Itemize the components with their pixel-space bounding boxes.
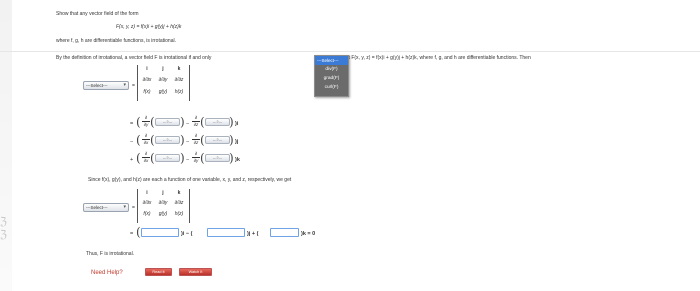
watch-it-button[interactable]: Watch It xyxy=(179,268,212,276)
open-paren: ( xyxy=(200,133,205,147)
menu-option-div[interactable]: div(F) xyxy=(315,67,348,72)
answer-select[interactable]: ---?--- xyxy=(155,118,180,126)
cell-dz: ∂/∂z xyxy=(174,200,184,206)
open-paren: ( xyxy=(150,151,155,165)
cell-hz: h(z) xyxy=(174,89,184,95)
select-value: ---Select--- xyxy=(86,83,108,88)
cell-k: k xyxy=(177,190,181,196)
close-paren: ) xyxy=(180,115,185,129)
row3-lead: + xyxy=(130,157,134,163)
equals-sign: = xyxy=(132,83,135,89)
open-paren: ( xyxy=(136,133,141,147)
equals-sign: = xyxy=(132,205,135,211)
minus-sign: − xyxy=(186,139,190,145)
cell-j: j xyxy=(162,66,164,72)
since-text: Since f(x), g(y), and h(z) are each a fu… xyxy=(88,177,292,183)
chevron-down-icon: ▾ xyxy=(123,82,126,88)
close-paren: ) xyxy=(180,151,185,165)
cell-j: j xyxy=(162,190,164,196)
row3-tail: )k xyxy=(235,157,240,163)
row2-lead: − xyxy=(130,139,134,145)
close-paren: ) xyxy=(229,151,234,165)
cell-dy: ∂/∂y xyxy=(158,77,168,83)
answer-box-k[interactable] xyxy=(270,228,299,237)
cell-gy: g(y) xyxy=(158,211,168,217)
dropdown-menu-open[interactable]: ---Select--- div(F) grad(F) curl(F) xyxy=(314,55,349,97)
open-paren: ( xyxy=(200,151,205,165)
final-equals: = xyxy=(130,231,134,237)
conclusion-text: Thus, F is irrotational. xyxy=(86,251,135,257)
cell-i: i xyxy=(146,66,148,72)
answer-select[interactable]: ---?--- xyxy=(155,154,180,162)
cell-dz: ∂/∂z xyxy=(174,77,184,83)
definition-text: By the definition of irrotational, a vec… xyxy=(56,55,212,61)
answer-select[interactable]: ---?--- xyxy=(205,136,230,144)
minus-sign: − xyxy=(186,121,190,127)
curl-select-2[interactable]: ---Select--- ▾ xyxy=(83,203,129,212)
page-edge-decoration: ℨℨ xyxy=(0,215,7,241)
chevron-down-icon: ▾ xyxy=(123,204,126,210)
cell-dx: ∂/∂x xyxy=(142,200,152,206)
menu-option-curl[interactable]: curl(F) xyxy=(315,85,348,90)
row1-lead: = xyxy=(130,121,134,127)
cell-hz: h(z) xyxy=(174,211,184,217)
determinant-1: i j k ∂/∂x ∂/∂y ∂/∂z f(x) g(y) h(z) xyxy=(137,65,190,101)
answer-box-j[interactable] xyxy=(207,228,245,237)
curl-select-1[interactable]: ---Select--- ▾ xyxy=(83,81,129,90)
answer-select[interactable]: ---?--- xyxy=(155,136,180,144)
cell-gy: g(y) xyxy=(158,89,168,95)
cell-dy: ∂/∂y xyxy=(158,200,168,206)
answer-box-i[interactable] xyxy=(141,228,179,237)
prompt-line-1: Show that any vector field of the form xyxy=(56,11,139,17)
row2-tail: )j xyxy=(235,139,239,145)
cell-dx: ∂/∂x xyxy=(142,77,152,83)
cell-i: i xyxy=(146,190,148,196)
read-it-button[interactable]: Read It xyxy=(145,268,172,276)
need-help-label: Need Help? xyxy=(91,270,123,276)
open-paren: ( xyxy=(136,225,141,239)
close-paren: ) xyxy=(180,133,185,147)
final-i-text: )i − ( xyxy=(181,231,193,237)
divider xyxy=(0,51,700,52)
open-paren: ( xyxy=(136,151,141,165)
final-k-text: )k = 0 xyxy=(301,231,316,237)
cell-k: k xyxy=(177,66,181,72)
menu-option-grad[interactable]: grad(F) xyxy=(315,76,348,81)
prompt-formula: F(x, y, z) = f(x)i + g(y)j + h(z)k xyxy=(116,24,182,30)
menu-selected-option[interactable]: ---Select--- xyxy=(315,56,348,65)
close-paren: ) xyxy=(229,115,234,129)
answer-select[interactable]: ---?--- xyxy=(205,118,230,126)
let-text: Let F(x, y, z) = f(x)i + g(y)j + h(z)k, … xyxy=(343,55,531,61)
minus-sign: − xyxy=(186,157,190,163)
open-paren: ( xyxy=(150,133,155,147)
final-j-text: )j + ( xyxy=(247,231,259,237)
determinant-2: i j k ∂/∂x ∂/∂y ∂/∂z f(x) g(y) h(z) xyxy=(137,189,190,223)
prompt-line-3: where f, g, h are differentiable functio… xyxy=(56,38,176,44)
select-value: ---Select--- xyxy=(86,205,108,210)
open-paren: ( xyxy=(136,115,141,129)
answer-select[interactable]: ---?--- xyxy=(205,154,230,162)
close-paren: ) xyxy=(229,133,234,147)
cell-fx: f(x) xyxy=(143,89,151,95)
open-paren: ( xyxy=(200,115,205,129)
open-paren: ( xyxy=(150,115,155,129)
cell-fx: f(x) xyxy=(143,211,151,217)
row1-tail: )i xyxy=(235,121,239,127)
